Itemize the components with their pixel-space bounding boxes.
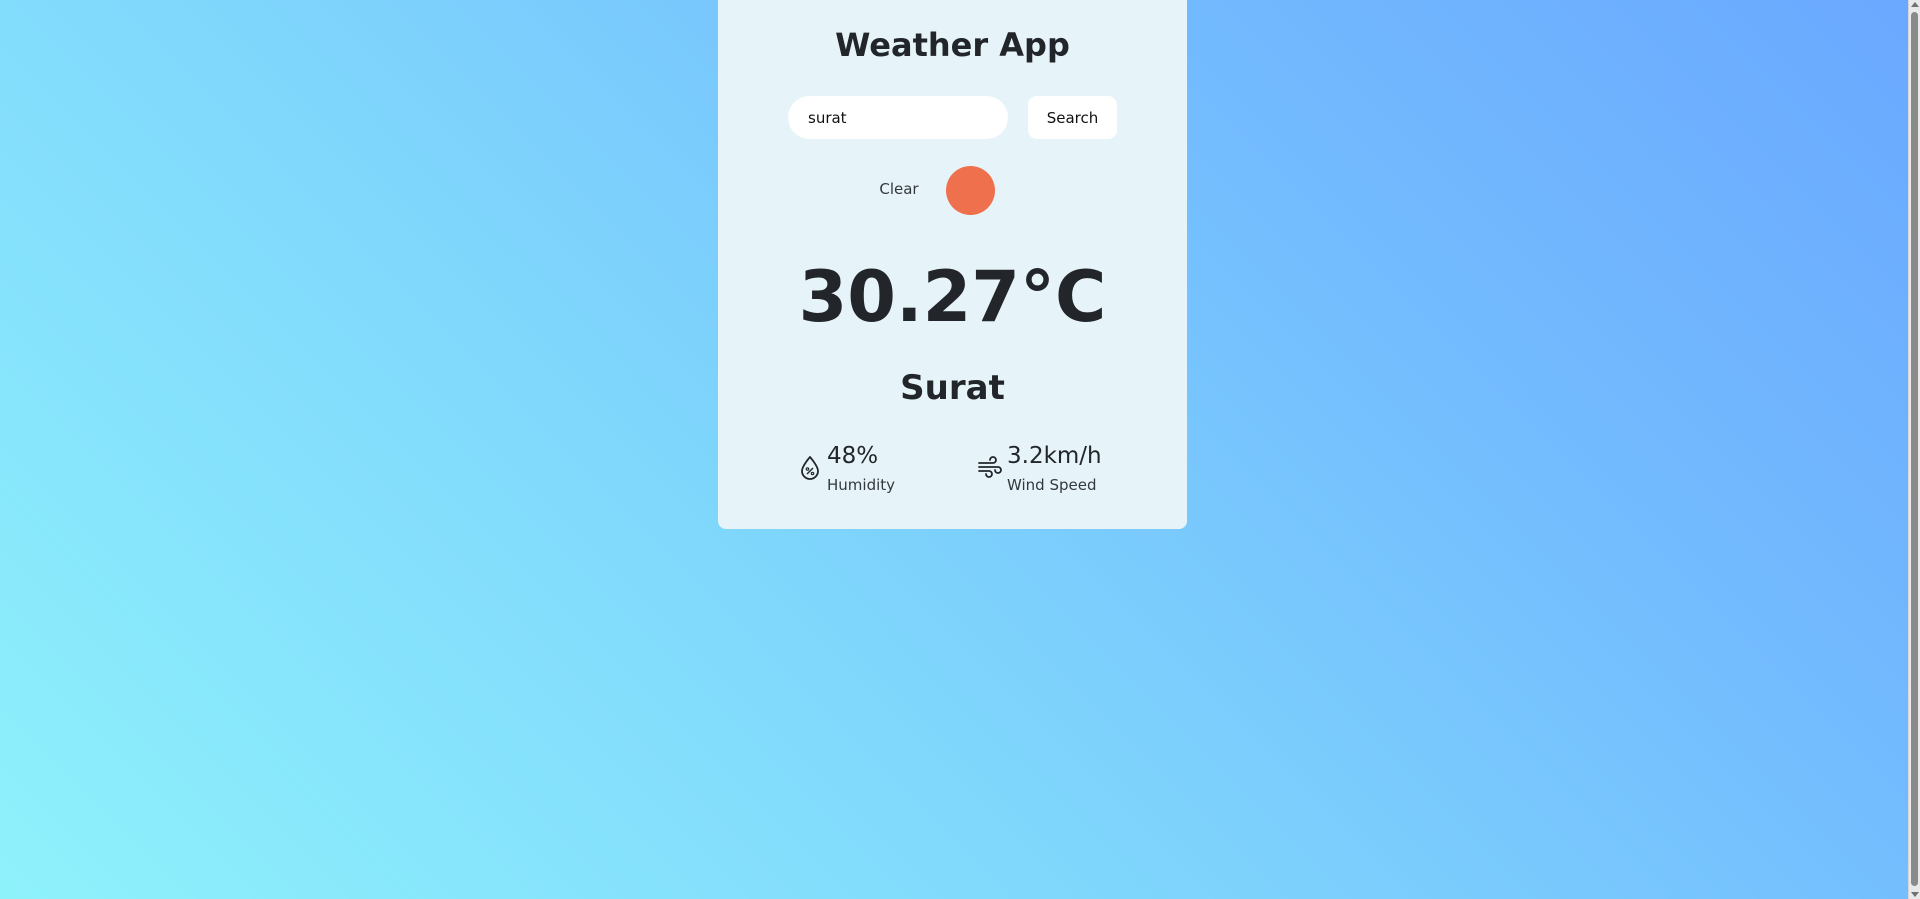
weather-card: Weather App Search Clear 30.27°C Surat 4… [718, 0, 1187, 529]
scroll-down-arrow-icon[interactable] [1911, 892, 1919, 897]
humidity-label: Humidity [827, 476, 896, 494]
scrollbar-thumb[interactable] [1911, 12, 1918, 886]
vertical-scrollbar[interactable] [1908, 0, 1920, 899]
humidity-drop-icon [801, 456, 819, 480]
scroll-up-arrow-icon[interactable] [1911, 2, 1919, 7]
wind-icon [978, 456, 1002, 478]
search-button[interactable]: Search [1028, 96, 1117, 139]
weather-condition-label: Clear [879, 180, 919, 198]
wind-speed-label: Wind Speed [1007, 476, 1097, 494]
wind-stat: 3.2km/h Wind Speed [977, 440, 1127, 500]
sun-icon [946, 166, 995, 215]
humidity-stat: 48% Humidity [797, 440, 907, 500]
city-name: Surat [900, 368, 1005, 408]
wind-speed-value: 3.2km/h [1007, 443, 1102, 469]
city-search-input[interactable] [788, 96, 1008, 139]
app-title: Weather App [835, 26, 1070, 64]
humidity-value: 48% [827, 443, 879, 469]
temperature-value: 30.27°C [798, 256, 1107, 338]
